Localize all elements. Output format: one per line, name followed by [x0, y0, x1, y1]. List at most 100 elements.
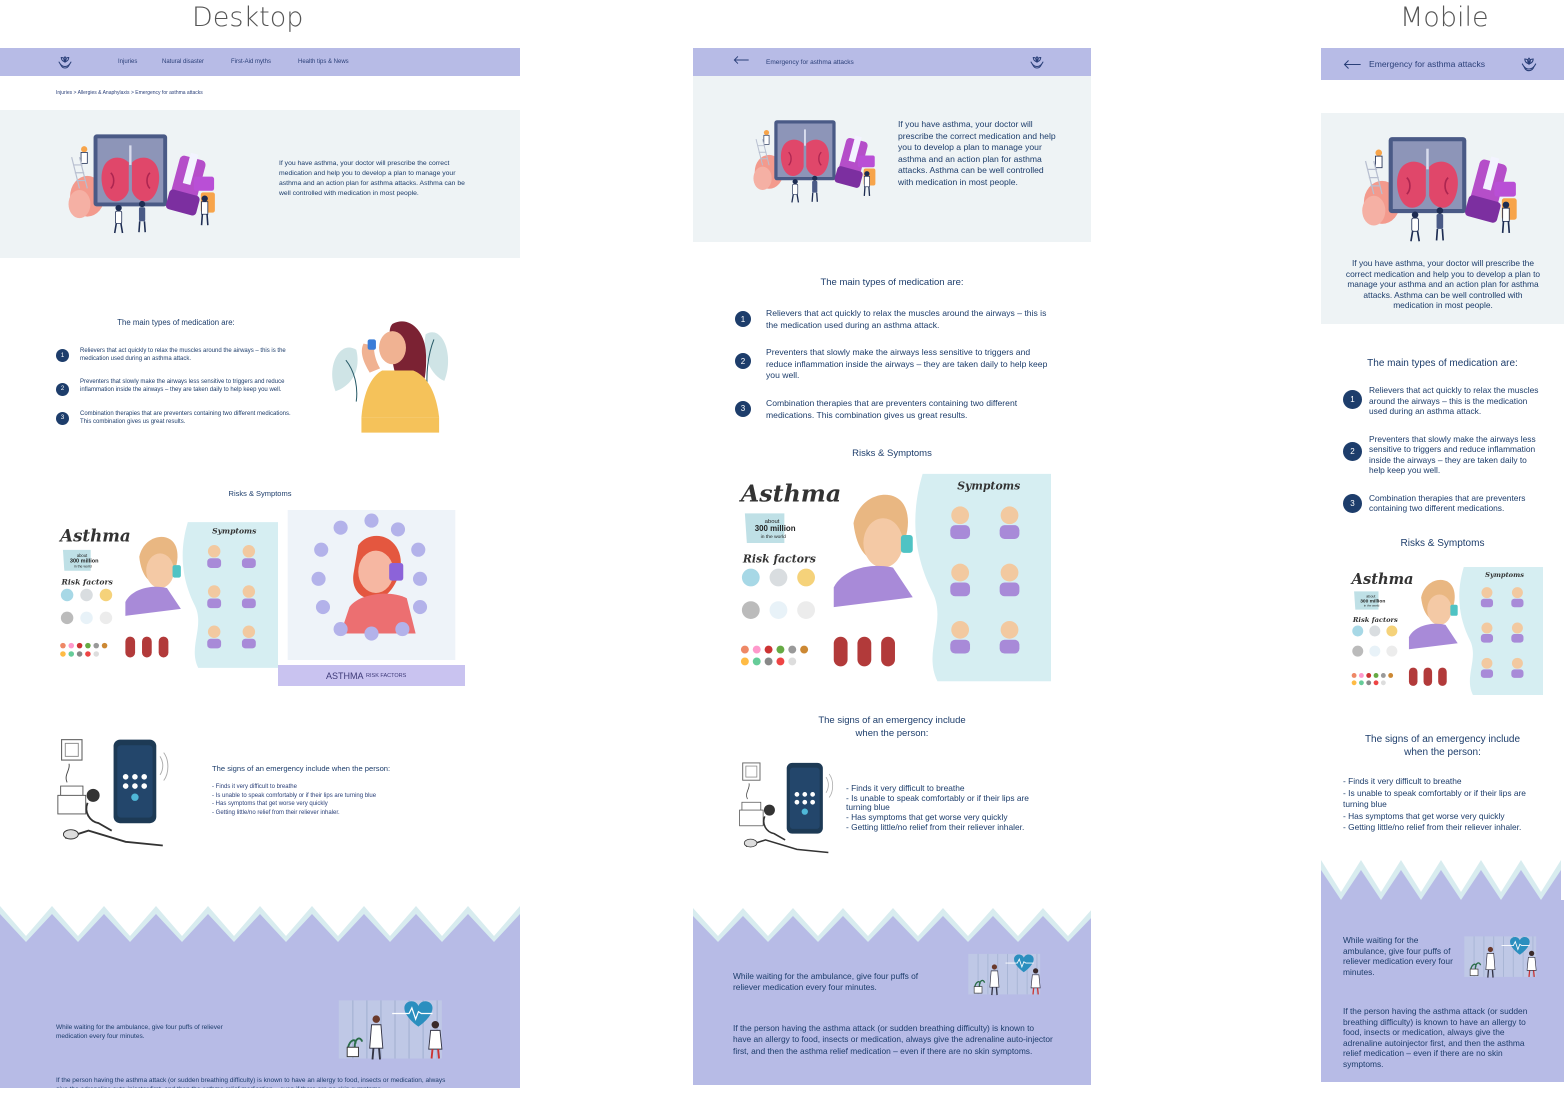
- hero-text: If you have asthma, your doctor will pre…: [898, 119, 1056, 187]
- hero-section: If you have asthma, your doctor will pre…: [1321, 113, 1564, 324]
- step-number: 1: [56, 349, 69, 362]
- desktop-nav: Injuries Natural disaster First-Aid myth…: [0, 48, 520, 76]
- risk-factors-panel: ASTHMA RISK FACTORS: [278, 510, 465, 686]
- signs-title-line: The signs of an emergency include: [818, 715, 966, 726]
- wait-text: While waiting for the ambulance, give fo…: [1343, 935, 1453, 977]
- medication-text: Relievers that act quickly to relax the …: [766, 308, 1047, 330]
- hero-text: If you have asthma, your doctor will pre…: [279, 160, 465, 197]
- list-item: Is unable to speak comfortably or if the…: [1343, 788, 1548, 811]
- medication-text: Relievers that act quickly to relax the …: [1369, 385, 1539, 416]
- list-item: Finds it very difficult to breathe: [1343, 776, 1548, 788]
- nav-item-first-aid-myths[interactable]: First-Aid myths: [231, 59, 271, 65]
- signs-title: The signs of an emergency include when t…: [1321, 734, 1564, 759]
- footer-section: While waiting for the ambulance, give fo…: [0, 906, 520, 1088]
- footer-section: While waiting for the ambulance, give fo…: [693, 908, 1091, 1085]
- step-number: 1: [735, 311, 751, 327]
- list-item: Getting little/no relief from their reli…: [1343, 822, 1548, 834]
- zigzag-divider: [693, 908, 1091, 942]
- arrow-left-icon[interactable]: [733, 56, 749, 64]
- list-item: Is unable to speak comfortably or if the…: [212, 792, 472, 801]
- logo-icon[interactable]: [1028, 53, 1046, 71]
- medication-text: Preventers that slowly make the airways …: [80, 378, 285, 394]
- allergy-text: If the person having the asthma attack (…: [56, 1077, 446, 1088]
- list-item: Has symptoms that get worse very quickly: [1343, 811, 1548, 823]
- wait-text: While waiting for the ambulance, give fo…: [56, 1024, 223, 1041]
- list-item: 3 Combination therapies that are prevent…: [56, 410, 306, 427]
- doctors-heart-illustration: [330, 991, 460, 1066]
- list-item: 3 Combination therapies that are prevent…: [1343, 493, 1543, 514]
- breadcrumb-item[interactable]: Emergency for asthma attacks: [135, 90, 203, 96]
- risks-title: Risks & Symptoms: [852, 448, 932, 459]
- signs-title-line: when the person:: [1404, 746, 1481, 758]
- woman-inhaler-illustration: [320, 308, 465, 433]
- mobile-frame: Emergency for asthma attacks If you have…: [1321, 48, 1564, 1085]
- zigzag-divider: [1321, 860, 1564, 900]
- list-item: 2 Preventers that slowly make the airway…: [56, 378, 306, 396]
- zigzag-divider: [0, 906, 520, 942]
- breadcrumb-item[interactable]: Injuries: [56, 90, 72, 96]
- medication-text: Preventers that slowly make the airways …: [1369, 433, 1536, 476]
- mobile-nav: Emergency for asthma attacks: [1321, 48, 1564, 80]
- step-number: 3: [1343, 493, 1362, 513]
- asthma-infographic: [735, 471, 1051, 684]
- lungs-illustration: [743, 112, 893, 212]
- desktop-label: Desktop: [192, 2, 304, 33]
- signs-title: The signs of an emergency include when t…: [212, 764, 391, 773]
- list-item: 2 Preventers that slowly make the airway…: [1343, 434, 1543, 476]
- medication-text: Combination therapies that are preventer…: [80, 410, 291, 426]
- medication-text: Combination therapies that are preventer…: [1369, 492, 1526, 514]
- medication-text: Relievers that act quickly to relax the …: [80, 348, 286, 363]
- nav-item-health-tips[interactable]: Health tips & News: [298, 59, 349, 65]
- doctors-heart-illustration: [1461, 926, 1546, 986]
- risk-banner-title: ASTHMA: [326, 670, 364, 681]
- logo-icon[interactable]: [56, 53, 74, 71]
- breadcrumb: Injuries > Allergies & Anaphylaxis > Eme…: [56, 90, 203, 96]
- medication-title: The main types of medication are:: [117, 318, 235, 327]
- step-number: 3: [56, 411, 69, 425]
- nav-item-injuries[interactable]: Injuries: [118, 59, 137, 65]
- footer-section: While waiting for the ambulance, give fo…: [1321, 860, 1564, 1082]
- lungs-illustration: [56, 122, 236, 247]
- phone-emergency-illustration: [56, 736, 186, 851]
- allergy-text: If the person having the asthma attack (…: [733, 1023, 1053, 1056]
- list-item: 1 Relievers that act quickly to relax th…: [1343, 385, 1543, 417]
- list-item: Is unable to speak comfortably or if the…: [846, 793, 1056, 813]
- tablet-nav: Emergency for asthma attacks: [693, 48, 1091, 76]
- nav-item-natural-disaster[interactable]: Natural disaster: [162, 59, 204, 65]
- hero-section: If you have asthma, your doctor will pre…: [0, 110, 520, 258]
- allergy-text: If the person having the asthma attack (…: [1343, 1006, 1528, 1069]
- step-number: 2: [1343, 441, 1362, 461]
- phone-emergency-illustration: [738, 761, 848, 856]
- signs-title-line: The signs of an emergency include: [1364, 734, 1521, 745]
- list-item: 1 Relievers that act quickly to relax th…: [735, 308, 1055, 331]
- signs-title-line: when the person:: [855, 728, 929, 740]
- list-item: Getting little/no relief from their reli…: [212, 809, 472, 818]
- list-item: 1 Relievers that act quickly to relax th…: [56, 347, 306, 364]
- signs-title: The signs of an emergency include when t…: [693, 714, 1091, 741]
- list-item: Finds it very difficult to breathe: [212, 783, 472, 792]
- desktop-frame: Injuries Natural disaster First-Aid myth…: [0, 48, 520, 1088]
- list-item: Has symptoms that get worse very quickly: [212, 800, 472, 809]
- medication-list: 1 Relievers that act quickly to relax th…: [735, 308, 1055, 421]
- hero-text: If you have asthma, your doctor will pre…: [1345, 258, 1541, 310]
- hero-section: If you have asthma, your doctor will pre…: [693, 76, 1091, 242]
- step-number: 1: [1343, 390, 1362, 409]
- medication-section: The main types of medication are: 1 Reli…: [56, 318, 306, 427]
- medication-text: Combination therapies that are preventer…: [766, 397, 1018, 420]
- signs-section: The signs of an emergency include when t…: [212, 764, 472, 818]
- wait-text: While waiting for the ambulance, give fo…: [733, 971, 919, 993]
- lungs-illustration: [1349, 127, 1539, 253]
- medication-list: 1 Relievers that act quickly to relax th…: [1343, 385, 1543, 514]
- breadcrumb-item[interactable]: Allergies & Anaphylaxis: [78, 90, 130, 96]
- signs-list: Finds it very difficult to breathe Is un…: [846, 783, 1056, 833]
- asthma-infographic: [1348, 560, 1543, 702]
- logo-icon[interactable]: [1519, 54, 1539, 74]
- doctors-heart-illustration: [965, 946, 1050, 1001]
- medication-title: The main types of medication are:: [1367, 358, 1518, 369]
- signs-list: Finds it very difficult to breathe Is un…: [1343, 776, 1548, 834]
- list-item: Getting little/no relief from their reli…: [846, 822, 1056, 833]
- arrow-left-icon[interactable]: [1343, 60, 1361, 69]
- step-number: 3: [735, 400, 751, 417]
- mobile-label: Mobile: [1400, 2, 1489, 33]
- asthma-infographic: [56, 510, 278, 680]
